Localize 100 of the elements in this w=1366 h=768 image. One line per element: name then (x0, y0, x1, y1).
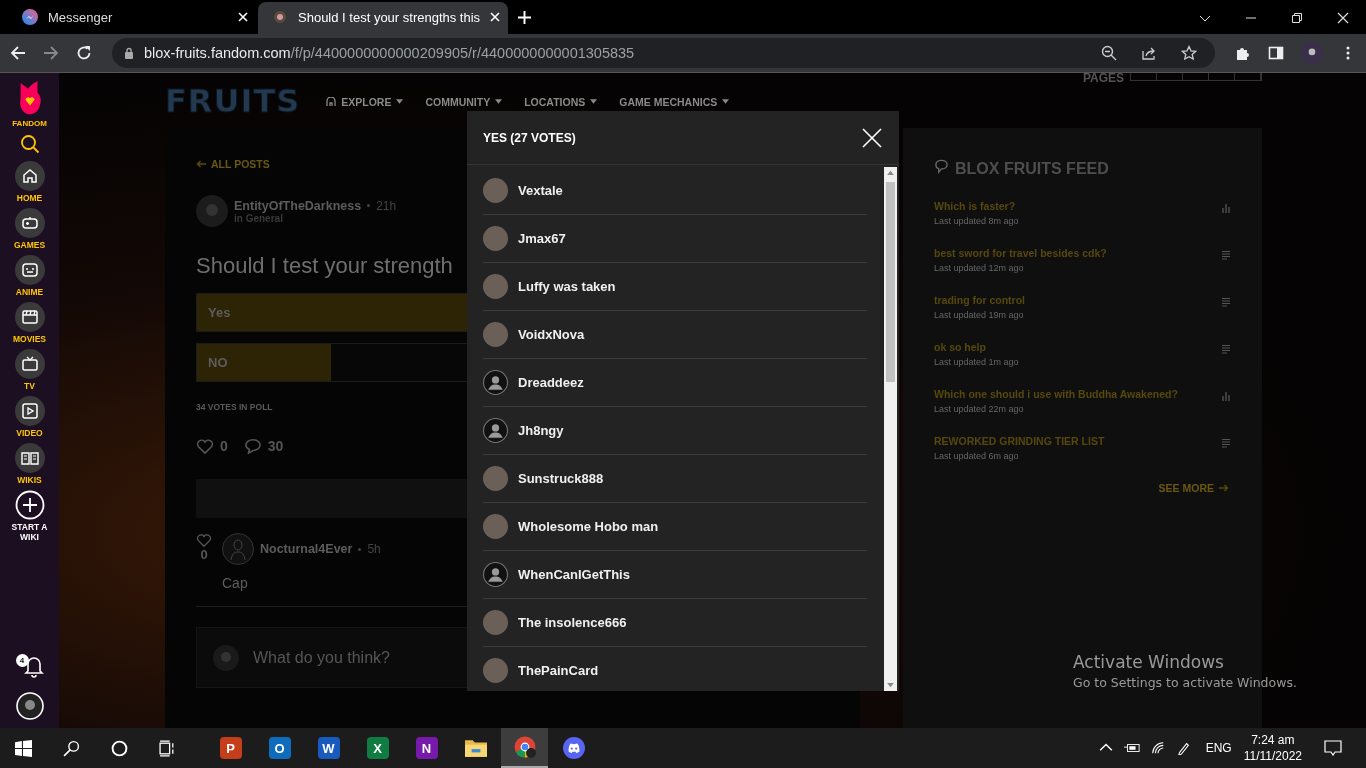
like-count: 0 (220, 438, 228, 454)
caret-up-icon[interactable] (887, 170, 894, 175)
home-icon[interactable] (14, 161, 45, 191)
address-bar[interactable]: blox-fruits.fandom.com/f/p/4400000000000209905/r/4400000000001305835 (112, 38, 1215, 68)
close-icon[interactable] (1337, 12, 1349, 24)
vote-count: 34 VOTES IN POLL (196, 402, 273, 412)
star-icon[interactable] (1181, 45, 1197, 61)
voter-row[interactable]: Dreaddeez (483, 359, 867, 407)
restore-icon[interactable] (1291, 12, 1303, 24)
pen-icon[interactable] (1175, 741, 1192, 755)
emblem-icon (272, 9, 288, 25)
avatar-placeholder (483, 226, 508, 251)
activation-message: Go to Settings to activate Windows. (1073, 675, 1297, 690)
nav-link[interactable]: VIDEO (7, 428, 52, 438)
feed-post-updated: Last updated 19m ago (934, 310, 1025, 320)
nav-link[interactable]: GAMES (7, 240, 52, 250)
caret-down-icon[interactable] (590, 99, 598, 104)
dot-separator-icon (367, 204, 371, 207)
side-panel-icon[interactable] (1268, 45, 1284, 61)
notification-icon[interactable] (1324, 740, 1342, 756)
bell-icon[interactable] (23, 654, 44, 678)
wikis-icon[interactable] (14, 443, 45, 473)
taskbar-app[interactable]: O (256, 728, 303, 768)
voter-row[interactable]: WhenCanIGetThis (483, 551, 867, 599)
clock-date[interactable]: 11/11/2022 (1243, 749, 1302, 763)
profile-avatar-icon[interactable] (1301, 42, 1323, 64)
nav-link[interactable]: ANIME (7, 287, 52, 297)
search-icon[interactable] (63, 739, 80, 757)
nav-link[interactable]: WIKIS (7, 475, 52, 485)
nav-menu[interactable]: GAME MECHANICS (619, 95, 718, 108)
taskbar-app[interactable]: P (207, 728, 254, 768)
reload-icon[interactable] (76, 45, 92, 61)
battery-icon[interactable] (1123, 741, 1140, 755)
caret-down-icon[interactable] (722, 99, 730, 104)
like-count: 0 (200, 547, 208, 562)
taskbar-app[interactable] (501, 728, 548, 768)
nav-menu[interactable]: LOCATIONS (524, 95, 586, 108)
taskbar-app[interactable]: N (403, 728, 450, 768)
plus-icon[interactable] (14, 490, 45, 520)
post-title: Should I test your strength (196, 253, 453, 279)
nav-link[interactable]: TV (7, 381, 52, 391)
nav-link[interactable]: MOVIES (7, 334, 52, 344)
text-lines-icon (1221, 438, 1231, 448)
video-icon[interactable] (14, 396, 45, 426)
circle-icon[interactable] (111, 739, 128, 757)
speech-bubble-icon (934, 158, 949, 174)
heart-icon[interactable] (196, 533, 212, 547)
arch-icon[interactable] (326, 96, 337, 107)
voter-row[interactable]: Wholesome Hobo man (483, 503, 867, 551)
chat-bubble-icon (22, 9, 38, 25)
share-icon[interactable] (1141, 45, 1157, 61)
back-arrow-icon[interactable] (10, 45, 26, 61)
nav-link[interactable]: HOME (7, 193, 52, 203)
caret-down-icon[interactable] (495, 99, 503, 104)
new-tab-icon[interactable] (518, 11, 531, 24)
nav-menu[interactable]: COMMUNITY (425, 95, 491, 108)
notification-badge: 4 (15, 654, 29, 667)
scrollbar[interactable] (884, 167, 897, 691)
caret-down-icon[interactable] (887, 683, 894, 688)
heart-icon[interactable] (196, 438, 214, 454)
language-indicator[interactable]: ENG (1205, 741, 1232, 755)
tab-title: Messenger (48, 9, 114, 25)
lock-icon (124, 47, 134, 59)
voter-row[interactable]: VoidxNova (483, 311, 867, 359)
avatar-placeholder (483, 658, 508, 683)
forward-arrow-icon[interactable] (43, 45, 59, 61)
clock-time[interactable]: 7:24 am (1251, 733, 1295, 747)
text-lines-icon (1221, 344, 1231, 354)
voter-row[interactable]: Luffy was taken (483, 263, 867, 311)
start-wiki-link[interactable]: START A WIKI (7, 522, 52, 542)
windows-start-icon[interactable] (15, 739, 32, 757)
comment-time: 5h (367, 542, 381, 556)
voter-row[interactable]: Vextale (483, 167, 867, 215)
taskbar-app[interactable]: W (305, 728, 352, 768)
user-avatar[interactable] (15, 692, 44, 720)
caret-down-icon[interactable] (396, 99, 404, 104)
voter-row[interactable]: Jmax67 (483, 215, 867, 263)
wifi-icon[interactable] (1149, 741, 1166, 755)
anime-icon[interactable] (14, 255, 45, 285)
browser-tab[interactable]: Should I test your strengths this (258, 2, 508, 34)
voter-row[interactable]: Jh8ngy (483, 407, 867, 455)
search-icon[interactable] (19, 134, 40, 154)
voter-row[interactable]: Sunstruck888 (483, 455, 867, 503)
movies-icon[interactable] (14, 302, 45, 332)
dialog-title: YES (27 VOTES) (483, 130, 576, 145)
tv-icon[interactable] (14, 349, 45, 379)
speech-bubble-icon[interactable] (243, 438, 262, 454)
voter-row[interactable]: ThePainCard (483, 647, 867, 691)
browser-tab[interactable]: Messenger (8, 2, 258, 32)
games-icon[interactable] (14, 208, 45, 238)
voter-row[interactable]: The insolence666 (483, 599, 867, 647)
puzzle-piece-icon[interactable] (1235, 45, 1251, 61)
nav-menu[interactable]: EXPLORE (341, 95, 392, 108)
browser-icon (513, 736, 536, 758)
zoom-out-icon[interactable] (1101, 45, 1117, 61)
post-time: 21h (376, 198, 397, 213)
fandom-logo-text[interactable]: FANDOM (12, 119, 47, 128)
taskbar-app[interactable]: X (354, 728, 401, 768)
bar-chart-icon (1221, 391, 1231, 401)
task-view-icon[interactable] (159, 739, 176, 757)
